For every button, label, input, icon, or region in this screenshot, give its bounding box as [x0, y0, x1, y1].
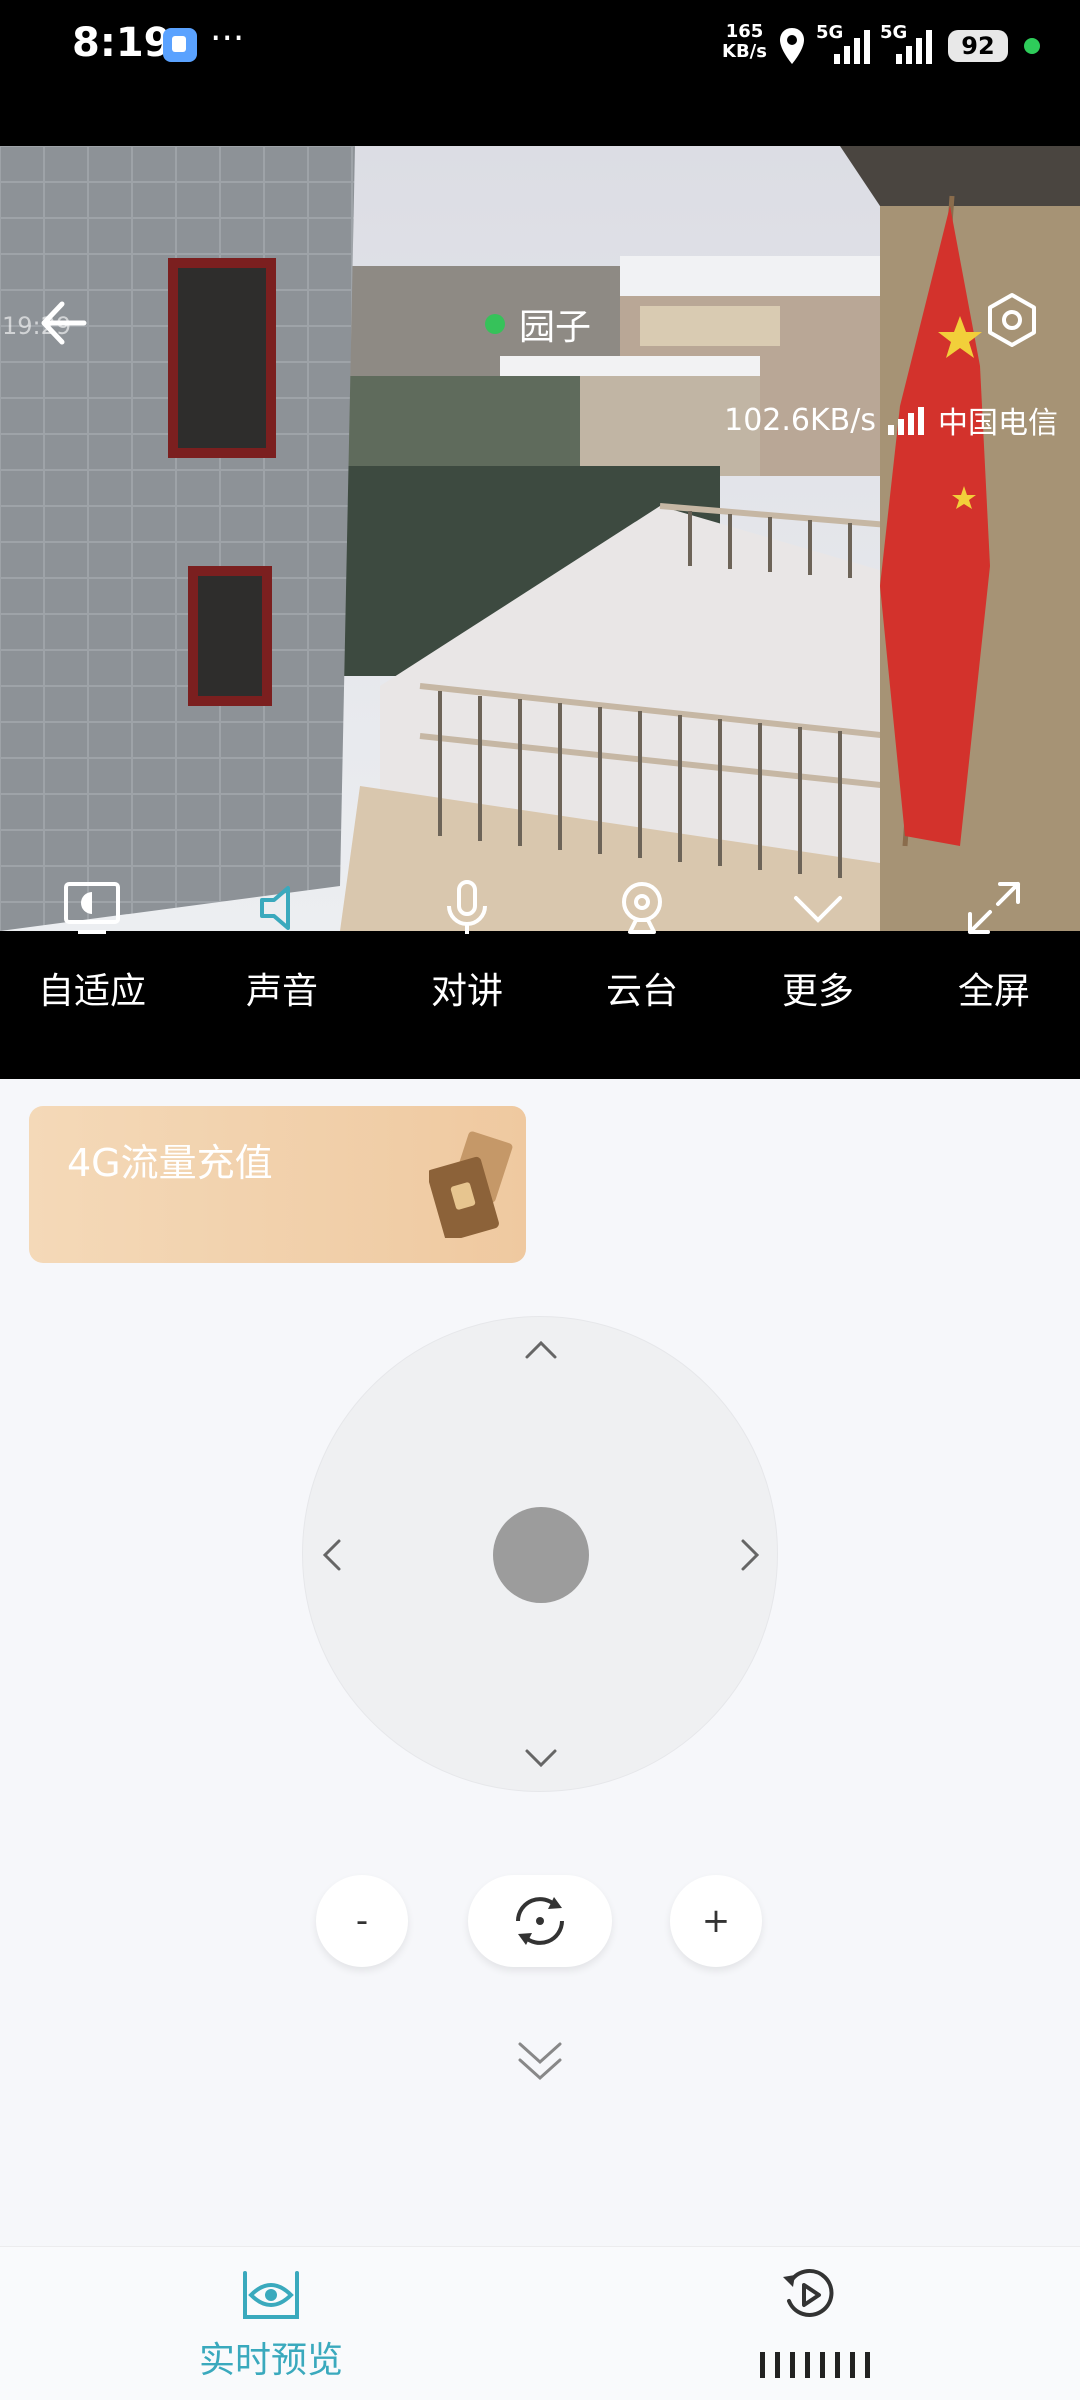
control-bar: 自适应 声音 对讲 云台 更多 全屏: [0, 880, 1080, 1079]
back-arrow-icon[interactable]: [36, 296, 90, 350]
network-speed-value: 165: [725, 21, 764, 42]
tab-live-preview-label: 实时预览: [198, 2340, 343, 2381]
camera-ptz-icon: [622, 882, 662, 934]
carrier: 中国电信: [938, 406, 1058, 441]
more-notifications: ···: [210, 18, 245, 59]
talk-label: 对讲: [430, 971, 503, 1012]
stream-info: 102.6KB/s 中国电信: [724, 398, 1058, 442]
ptz-label: 云台: [605, 971, 678, 1012]
playback-icon: [783, 2268, 834, 2317]
sim-card-icon: [429, 1131, 513, 1238]
battery-icon: 92: [948, 30, 1008, 62]
signal-icon: [896, 30, 932, 64]
chevron-down-icon: [794, 896, 842, 923]
4g-recharge-card[interactable]: 4G流量充值: [29, 1106, 526, 1263]
online-status-dot: [485, 314, 505, 334]
tab-live-preview[interactable]: 实时预览: [196, 2267, 346, 2383]
zoom-out-button[interactable]: -: [316, 1875, 408, 1967]
talk-button[interactable]: 对讲: [397, 876, 537, 1014]
eye-icon: [243, 2271, 299, 2319]
settings-icon[interactable]: [984, 292, 1040, 348]
bitrate: 102.6KB/s: [724, 402, 876, 438]
signal-icon: [834, 30, 870, 64]
reset-position-button[interactable]: [468, 1875, 612, 1967]
app-notification-icon: [163, 28, 197, 62]
rotate-reset-icon: [516, 1897, 564, 1945]
cell-signal-icon: [888, 407, 924, 435]
zoom-in-button[interactable]: +: [670, 1875, 762, 1967]
adaptive-button[interactable]: 自适应: [22, 876, 162, 1014]
fullscreen-label: 全屏: [957, 971, 1030, 1012]
video-feed[interactable]: 19:29 园子 102.6KB/s 中国电信: [0, 146, 1080, 931]
bottom-tab-bar: 实时预览: [0, 2246, 1080, 2400]
arrow-down-icon[interactable]: [521, 1737, 561, 1777]
adaptive-label: 自适应: [37, 971, 146, 1012]
tab-playback[interactable]: [774, 2267, 844, 2323]
double-chevron-down-icon[interactable]: [514, 2034, 566, 2086]
microphone-icon: [447, 880, 487, 934]
network-speed: 165 KB/s: [722, 22, 767, 62]
status-time: 8:19: [72, 20, 172, 66]
sound-label: 声音: [245, 971, 318, 1012]
network-speed-unit: KB/s: [722, 41, 767, 62]
arrow-up-icon[interactable]: [521, 1331, 561, 1371]
screen-adaptive-icon: [64, 882, 120, 934]
system-nav-handle: [760, 2352, 870, 2378]
sound-button[interactable]: 声音: [212, 876, 352, 1014]
ptz-button[interactable]: 云台: [572, 876, 712, 1014]
status-bar: 8:19 ··· 165 KB/s 5G 5G 92: [0, 0, 1080, 146]
arrow-right-icon[interactable]: [729, 1535, 769, 1575]
fullscreen-button[interactable]: 全屏: [924, 876, 1064, 1014]
ptz-direction-pad[interactable]: [302, 1316, 778, 1792]
camera-title: 园子: [485, 298, 591, 350]
speaker-icon: [260, 886, 290, 930]
more-label: 更多: [781, 971, 854, 1012]
location-icon: [780, 28, 804, 64]
camera-scene: [0, 146, 1080, 931]
promo-title: 4G流量充值: [67, 1141, 273, 1185]
joystick-knob[interactable]: [493, 1507, 589, 1603]
fullscreen-icon: [968, 882, 1020, 934]
arrow-left-icon[interactable]: [313, 1535, 353, 1575]
camera-name: 园子: [519, 307, 592, 348]
more-button[interactable]: 更多: [748, 876, 888, 1014]
privacy-indicator: [1024, 38, 1040, 54]
